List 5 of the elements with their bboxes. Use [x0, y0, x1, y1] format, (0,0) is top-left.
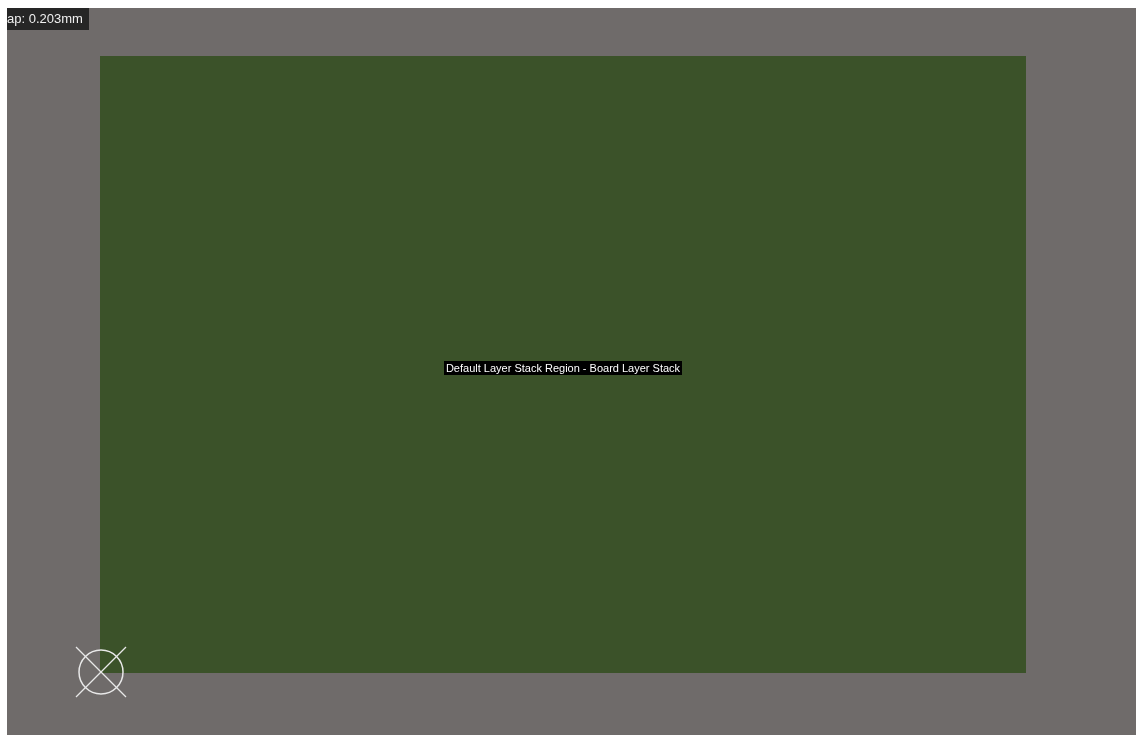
pcb-canvas[interactable]: ap: 0.203mm Default Layer Stack Region - Board Layer Stack: [7, 8, 1136, 735]
board-region[interactable]: Default Layer Stack Region - Board Layer Stack: [100, 56, 1026, 673]
origin-marker-icon: [75, 646, 127, 698]
region-label: Default Layer Stack Region - Board Layer Stack: [443, 360, 683, 375]
snap-readout: ap: 0.203mm: [7, 8, 89, 30]
